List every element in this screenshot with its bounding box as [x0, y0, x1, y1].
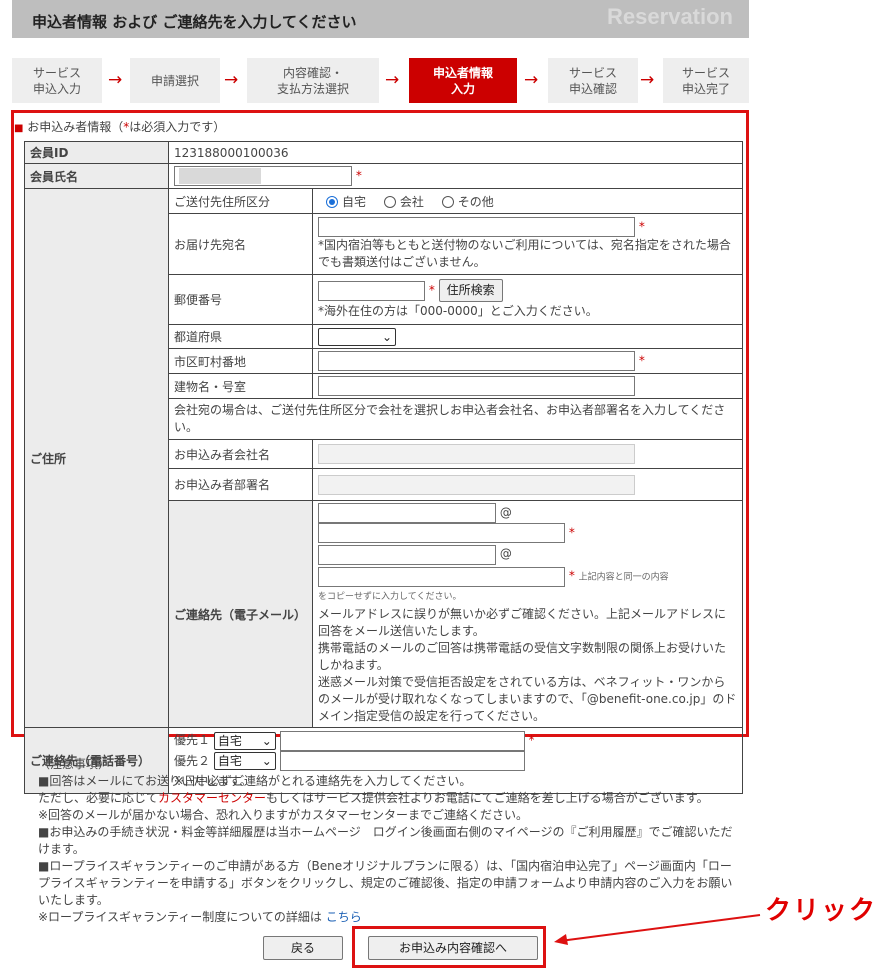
click-annotation-label: クリック: [765, 896, 878, 926]
step-service-confirm: サービス 申込確認: [548, 58, 638, 103]
step-service-input: サービス 申込入力: [12, 58, 102, 103]
step-arrow-icon: →: [524, 70, 539, 90]
confirm-highlight-box: [352, 926, 546, 968]
page-header: 申込者情報 および ご連絡先を入力してください Reservation: [12, 0, 749, 38]
email-label: ご連絡先（電子メール）: [168, 500, 313, 728]
zip-note: *海外在住の方は「000-0000」とご入力ください。: [318, 304, 598, 318]
building-input[interactable]: [318, 376, 635, 396]
step-arrow-icon: →: [108, 70, 123, 90]
city-label: 市区町村番地: [168, 348, 313, 374]
member-id-label: 会員ID: [24, 141, 169, 164]
member-id-value: 123188000100036: [168, 141, 743, 164]
member-name-field[interactable]: [174, 166, 352, 186]
phone-1-input[interactable]: [279, 730, 525, 751]
page-title: 申込者情報 および ご連絡先を入力してください: [32, 13, 357, 31]
step-applicant-info: 申込者情報 入力: [409, 58, 517, 103]
prefecture-select[interactable]: ⌄: [318, 327, 396, 346]
address-search-button[interactable]: 住所検索: [438, 279, 503, 302]
company-name-label: お申込み者会社名: [168, 439, 313, 469]
shipping-type-label: ご送付先住所区分: [168, 188, 313, 214]
section-title: ■ お申込み者情報（*は必須入力です）: [14, 120, 226, 134]
progress-steps: サービス 申込入力 → 申請選択 → 内容確認・ 支払方法選択 → 申込者情報 …: [12, 58, 749, 103]
step-service-complete: サービス 申込完了: [663, 58, 749, 103]
recipient-label: お届け先宛名: [168, 213, 313, 275]
step-arrow-icon: →: [640, 70, 655, 90]
email-confirm-domain-input[interactable]: [318, 567, 565, 587]
back-button[interactable]: 戻る: [263, 936, 343, 960]
chevron-down-icon: ⌄: [261, 733, 272, 748]
email-confirm-local-input[interactable]: [318, 545, 496, 565]
step-arrow-icon: →: [385, 70, 400, 90]
email-same-note: 上記内容と同一の内容: [578, 572, 669, 583]
email-domain-input[interactable]: [318, 523, 565, 543]
company-note: 会社宛の場合は、ご送付先住所区分で会社を選択しお申込者会社名、お申込者部署名を入…: [168, 398, 743, 440]
city-input[interactable]: [318, 351, 635, 371]
dept-name-input[interactable]: [318, 474, 635, 495]
step-arrow-icon: →: [224, 70, 239, 90]
square-bullet-icon: ■: [14, 123, 24, 134]
zip-label: 郵便番号: [168, 274, 313, 325]
radio-other[interactable]: [441, 195, 454, 208]
prefecture-label: 都道府県: [168, 324, 313, 349]
phone-type-1-select[interactable]: 自宅 ⌄: [213, 731, 276, 750]
applicant-form-table: 会員ID 123188000100036 会員氏名 * ご住所 ご送付先住所区分…: [24, 141, 743, 794]
radio-home[interactable]: [326, 195, 338, 208]
address-label: ご住所: [24, 188, 169, 728]
email-note-3: 迷惑メール対策で受信拒否設定をされている方は、ベネフィット・ワンからのメールが受…: [318, 675, 737, 723]
redacted-name: [179, 168, 261, 184]
chevron-down-icon: ⌄: [381, 329, 392, 344]
radio-company[interactable]: [383, 195, 396, 208]
company-name-input[interactable]: [318, 444, 635, 464]
recipient-input[interactable]: [318, 217, 635, 237]
notes-section: （注意事項） ■回答はメールにてお送りいたします。 ただし、必要に応じてカスタマ…: [38, 756, 738, 926]
zip-input[interactable]: [318, 280, 425, 301]
email-note-1: メールアドレスに誤りが無いか必ずご確認ください。上記メールアドレスに回答をメール…: [318, 607, 727, 638]
annotation-arrow-icon: [554, 914, 761, 945]
details-link[interactable]: こちら: [326, 910, 362, 924]
email-note-2: 携帯電話のメールのご回答は携帯電話の受信文字数制限の関係上お受けいたしかねます。: [318, 641, 727, 672]
building-label: 建物名・号室: [168, 373, 313, 399]
member-name-label: 会員氏名: [24, 163, 169, 189]
step-application-select: 申請選択: [130, 58, 220, 103]
email-local-input[interactable]: [318, 503, 496, 523]
dept-name-label: お申込み者部署名: [168, 468, 313, 501]
recipient-note: *国内宿泊等もともと送付物のないご利用については、宛名指定をされた場合でも書類送…: [318, 238, 731, 269]
step-confirm-payment: 内容確認・ 支払方法選択: [247, 58, 379, 103]
notes-heading: （注意事項）: [38, 757, 111, 771]
header-watermark: Reservation: [607, 4, 733, 29]
customer-center-link[interactable]: カスタマーセンター: [158, 791, 266, 805]
